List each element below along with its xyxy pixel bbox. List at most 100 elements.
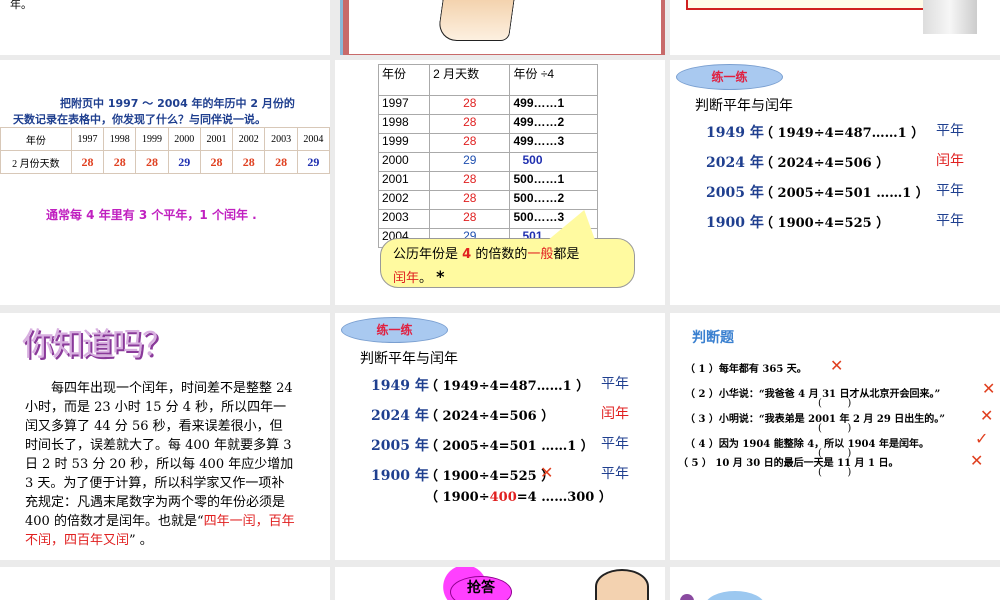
division-calc: （ 1900÷4=525 ） <box>425 469 555 484</box>
division-calc: （ 2005÷4=501 ……1 ） <box>760 186 929 201</box>
answer-parentheses: ( ) <box>818 423 852 434</box>
division-calc: （ 1949÷4=487……1 ） <box>760 126 925 141</box>
wrong-mark-icon: ✕ <box>982 379 996 398</box>
table-row: 1997 28 499……1 <box>377 95 598 115</box>
callout-emphasis: 闰年 <box>393 271 420 286</box>
division-calc: （ 1900÷4=525 ） <box>760 216 890 231</box>
result-label: 平年 <box>601 376 629 392</box>
table-cell: 2000 <box>377 152 431 172</box>
wrong-mark-icon: ✕ <box>980 406 994 425</box>
calc-part: =4 ……300 ） <box>516 490 612 505</box>
table-cell: 28 <box>429 133 511 153</box>
table-header-row: 年份 2 月天数 年份 ÷4 <box>377 64 598 96</box>
table-cell: 1999 <box>377 133 431 153</box>
correction-calc: （ 1900÷400=4 ……300 ） <box>425 486 612 505</box>
judgment-item: （ 2 ）小华说：“我爸爸 4 月 31 日才从北京开会回来。” <box>685 389 941 400</box>
quick-answer-badge: 抢答 <box>450 576 512 600</box>
slide-thumbnail-12[interactable] <box>670 567 1000 600</box>
answer-parentheses: ( ) <box>818 398 852 409</box>
result-label: 平年 <box>601 466 629 482</box>
calc-divisor: 400 <box>489 490 517 505</box>
wrong-mark-icon: ✕ <box>540 463 554 482</box>
slide-thumbnail-6[interactable]: 练一练 判断平年与闰年 1949 年（ 1949÷4=487……1 ） 平年 2024 … <box>670 60 1000 305</box>
table-row: 2000 29 500 <box>377 152 598 172</box>
callout-text: 公历年份是 <box>393 247 463 262</box>
table-cell: 499……3 <box>509 133 598 153</box>
table-cell: 28 <box>232 150 266 174</box>
year-label: 2005 年 <box>371 438 429 454</box>
callout-text: 的倍数的 <box>471 247 528 262</box>
year-label: 1949 年 <box>706 125 764 141</box>
instruction-line-1: 把附页中 1997 ～ 2004 年的年历中 2 月份的 <box>60 97 295 110</box>
star-mark: * <box>436 267 445 286</box>
hand-image <box>436 0 516 41</box>
table-cell: 2001 <box>377 171 431 191</box>
slide-title: 判断题 <box>692 330 734 346</box>
decorative-cloud <box>705 591 765 600</box>
division-calc: （ 2024÷4=506 ） <box>425 409 555 424</box>
slide-thumbnail-9[interactable]: 判断题 （ 1 ）每年都有 365 天。 ✕ （ 2 ）小华说：“我爸爸 4 月 3… <box>670 313 1000 560</box>
division-calc: （ 1949÷4=487……1 ） <box>425 379 590 394</box>
table-cell: 499……2 <box>509 114 598 134</box>
cartoon-character-image <box>595 569 649 600</box>
slide-thumbnail-1[interactable]: 年。 <box>0 0 330 55</box>
practice-badge: 练一练 <box>676 64 783 90</box>
result-label: 平年 <box>936 213 964 229</box>
wrong-mark-icon: ✕ <box>830 356 844 375</box>
result-label: 闰年 <box>601 406 629 422</box>
slide-title: 你知道吗？ <box>22 325 174 363</box>
table-cell: 500 <box>509 152 598 172</box>
wrong-mark-icon: ✕ <box>970 451 984 470</box>
year-label: 2024 年 <box>371 408 429 424</box>
table-row: 1998 28 499……2 <box>377 114 598 134</box>
table-cell: 499……1 <box>509 95 598 115</box>
year-label: 2024 年 <box>706 155 764 171</box>
slide-thumbnail-10[interactable] <box>0 567 330 600</box>
table-header-cell: 2003 <box>264 127 298 151</box>
table-header-cell: 1997 <box>70 127 105 151</box>
table-header-cell: 2001 <box>199 127 234 151</box>
result-label: 平年 <box>936 123 964 139</box>
slide-thumbnail-5[interactable]: 年份 2 月天数 年份 ÷4 1997 28 499……1 1998 28 499……2 1999… <box>335 60 665 305</box>
table-header-cell: 年份 ÷4 <box>509 64 598 96</box>
table-header-cell: 2002 <box>232 127 266 151</box>
result-label: 平年 <box>601 436 629 452</box>
callout-text: 。 <box>419 271 433 286</box>
title-box <box>686 0 925 10</box>
body-paragraph: 每四年出现一个闰年，时间差不是整整 24 小时，而是 23 小时 15 分 4 … <box>25 381 294 529</box>
judgment-item: （ 3 ）小明说：“我表弟是 2001 年 2 月 29 日出生的。” <box>685 414 946 425</box>
table-cell: 28 <box>103 150 137 174</box>
table-cell: 29 <box>167 150 201 174</box>
table-header-cell: 1999 <box>135 127 169 151</box>
table-cell: 29 <box>296 150 330 174</box>
slide-thumbnail-2[interactable] <box>340 0 665 55</box>
slide-thumbnail-11[interactable]: 抢答 <box>335 567 665 600</box>
calc-part: （ 1900÷ <box>425 490 490 505</box>
slide-thumbnail-8[interactable]: 练一练 判断平年与闰年 1949 年（ 1949÷4=487……1 ） 平年 2024 … <box>335 313 665 560</box>
body-text: 每四年出现一个闰年，时间差不是整整 24 小时，而是 23 小时 15 分 4 … <box>25 379 295 550</box>
table-row: 2002 28 500……2 <box>377 190 598 210</box>
judgment-item: （ 4 ）因为 1904 能整除 4，所以 1904 年是闰年。 <box>685 439 929 450</box>
header-label: 2 月天数 <box>433 67 480 81</box>
feb-days-table: 年份 1997 1998 1999 2000 2001 2002 2003 2004 2 月份天数… <box>0 127 330 174</box>
header-label: 年份 ÷4 <box>513 67 555 81</box>
judgment-item: （ 1 ）每年都有 365 天。 <box>685 364 807 375</box>
slide-text: 年。 <box>10 0 32 11</box>
building-image <box>923 0 977 34</box>
slide-thumbnail-4[interactable]: 把附页中 1997 ～ 2004 年的年历中 2 月份的 天数记录在表格中，你发… <box>0 60 330 305</box>
year-label: 1949 年 <box>371 378 429 394</box>
instruction-line-2: 天数记录在表格中，你发现了什么？与同伴说一说。 <box>13 113 266 126</box>
table-cell: 1997 <box>377 95 431 115</box>
callout-bubble: 公历年份是 4 的倍数的一般都是 闰年。 * <box>380 238 635 288</box>
table-cell: 2003 <box>377 209 431 229</box>
table-cell: 28 <box>429 209 511 229</box>
table-header-cell: 年份 <box>0 127 72 151</box>
callout-text: 都是 <box>553 247 580 262</box>
slide-thumbnail-3[interactable] <box>670 0 1000 55</box>
year-label: 1900 年 <box>706 215 764 231</box>
table-row: 2001 28 500……1 <box>377 171 598 191</box>
slide-thumbnail-7[interactable]: 你知道吗？ 每四年出现一个闰年，时间差不是整整 24 小时，而是 23 小时 1… <box>0 313 330 560</box>
table-header-cell: 2 月天数 <box>429 64 511 96</box>
year-label: 1900 年 <box>371 468 429 484</box>
answer-parentheses: ( ) <box>818 467 852 478</box>
